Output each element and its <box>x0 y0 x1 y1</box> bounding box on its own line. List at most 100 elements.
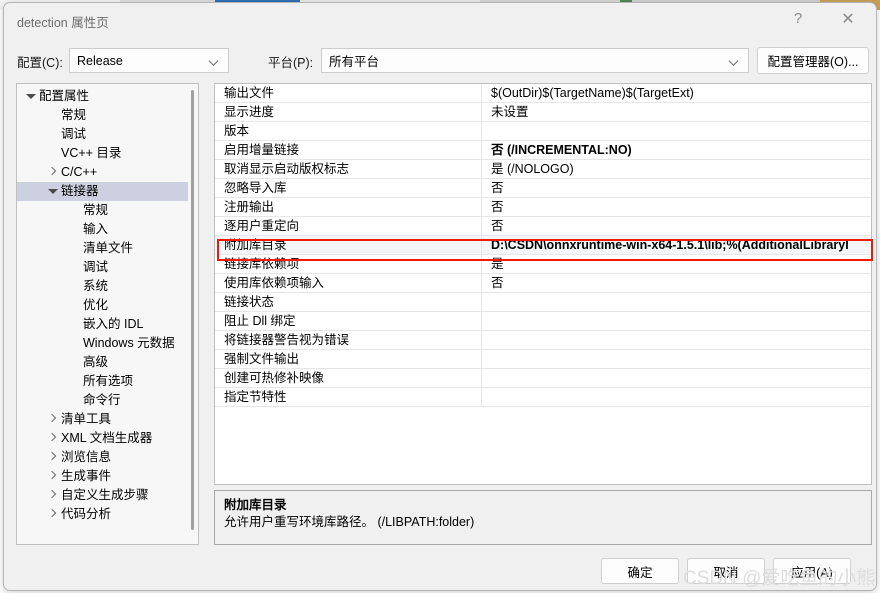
property-name: 注册输出 <box>215 198 482 216</box>
tree-item-label: 命令行 <box>83 393 121 407</box>
configuration-manager-button[interactable]: 配置管理器(O)... <box>757 47 869 74</box>
property-value[interactable] <box>482 388 871 406</box>
property-value[interactable] <box>482 331 871 349</box>
property-value[interactable] <box>482 122 871 140</box>
tree-item[interactable]: 调试 <box>17 258 191 277</box>
property-row[interactable]: 附加库目录 D:\CSDN\onnxruntime-win-x64-1.5.1\l… <box>215 236 871 255</box>
property-value[interactable]: D:\CSDN\onnxruntime-win-x64-1.5.1\lib;%(… <box>482 236 871 254</box>
tree-item[interactable]: 命令行 <box>17 391 191 410</box>
property-value[interactable]: 未设置 <box>482 103 871 121</box>
property-value[interactable]: 是 <box>482 255 871 273</box>
tree-item-label: 系统 <box>83 279 109 293</box>
property-value[interactable] <box>482 293 871 311</box>
property-row[interactable]: 取消显示启动版权标志是 (/NOLOGO) <box>215 160 871 179</box>
property-value[interactable]: 是 (/NOLOGO) <box>482 160 871 178</box>
property-value[interactable] <box>482 369 871 387</box>
property-value[interactable]: 否 <box>482 274 871 292</box>
configuration-value: Release <box>77 53 123 68</box>
description-text: 允许用户重写环境库路径。 (/LIBPATH:folder) <box>224 515 475 529</box>
triangle-right-icon[interactable] <box>45 467 58 486</box>
property-name: 将链接器警告视为错误 <box>215 331 482 349</box>
tree-item[interactable]: 浏览信息 <box>17 448 191 467</box>
tree-item[interactable]: C/C++ <box>17 163 191 182</box>
property-row[interactable]: 指定节特性 <box>215 388 871 407</box>
description-title: 附加库目录 <box>224 498 287 512</box>
triangle-right-icon[interactable] <box>45 486 58 505</box>
tree-scrollbar-thumb[interactable] <box>191 90 194 530</box>
property-row[interactable]: 输出文件 $(OutDir)$(TargetName)$(TargetExt) <box>215 84 871 103</box>
cancel-button[interactable]: 取消 <box>687 558 765 584</box>
settings-tree: 配置属性 常规 调试 VC++ 目录 C/C++ 链接器 常规 输入 清单文件 调试 系统 优化 嵌入的… <box>17 87 191 524</box>
property-row[interactable]: 链接状态 <box>215 293 871 312</box>
property-row[interactable]: 强制文件输出 <box>215 350 871 369</box>
triangle-right-icon[interactable] <box>45 410 58 429</box>
property-row[interactable]: 链接库依赖项是 <box>215 255 871 274</box>
property-name: 创建可热修补映像 <box>215 369 482 387</box>
tree-item[interactable]: 输入 <box>17 220 191 239</box>
tree-item[interactable]: 常规 <box>17 201 191 220</box>
property-value[interactable]: 否 <box>482 217 871 235</box>
tree-item[interactable]: 链接器 <box>17 182 191 201</box>
tree-item[interactable]: 代码分析 <box>17 505 191 524</box>
close-icon[interactable]: ✕ <box>826 3 870 34</box>
apply-button[interactable]: 应用(A) <box>773 558 851 584</box>
triangle-right-icon[interactable] <box>45 505 58 524</box>
tree-item-label: 高级 <box>83 355 109 369</box>
property-row[interactable]: 使用库依赖项输入否 <box>215 274 871 293</box>
tree-scrollbar[interactable] <box>188 85 197 543</box>
tree-item-label: C/C++ <box>61 165 98 179</box>
tree-item[interactable]: 高级 <box>17 353 191 372</box>
tree-item[interactable]: XML 文档生成器 <box>17 429 191 448</box>
property-row[interactable]: 将链接器警告视为错误 <box>215 331 871 350</box>
triangle-right-icon[interactable] <box>45 163 58 182</box>
property-row[interactable]: 版本 <box>215 122 871 141</box>
triangle-right-icon[interactable] <box>45 429 58 448</box>
tree-item-label: VC++ 目录 <box>61 146 122 160</box>
tree-item[interactable]: 系统 <box>17 277 191 296</box>
tree-item-label: 输入 <box>83 222 109 236</box>
property-value[interactable]: 否 <box>482 179 871 197</box>
property-row[interactable]: 创建可热修补映像 <box>215 369 871 388</box>
tree-item[interactable]: 调试 <box>17 125 191 144</box>
property-name: 取消显示启动版权标志 <box>215 160 482 178</box>
tree-item[interactable]: 嵌入的 IDL <box>17 315 191 334</box>
property-row[interactable]: 注册输出否 <box>215 198 871 217</box>
tree-item[interactable]: 配置属性 <box>17 87 191 106</box>
triangle-right-icon[interactable] <box>45 448 58 467</box>
property-name: 输出文件 <box>215 84 482 102</box>
ok-button[interactable]: 确定 <box>601 558 679 584</box>
triangle-down-icon[interactable] <box>23 87 36 106</box>
property-name: 强制文件输出 <box>215 350 482 368</box>
tree-item[interactable]: VC++ 目录 <box>17 144 191 163</box>
property-row[interactable]: 启用增量链接否 (/INCREMENTAL:NO) <box>215 141 871 160</box>
tree-item[interactable]: 自定义生成步骤 <box>17 486 191 505</box>
property-value[interactable]: 否 (/INCREMENTAL:NO) <box>482 141 871 159</box>
property-row[interactable]: 忽略导入库否 <box>215 179 871 198</box>
property-value[interactable]: $(OutDir)$(TargetName)$(TargetExt) <box>482 84 871 102</box>
tree-item-label: 嵌入的 IDL <box>83 317 144 331</box>
triangle-down-icon[interactable] <box>45 182 58 201</box>
property-value[interactable]: 否 <box>482 198 871 216</box>
tree-item-label: 优化 <box>83 298 109 312</box>
tree-item[interactable]: 清单工具 <box>17 410 191 429</box>
tree-item[interactable]: Windows 元数据 <box>17 334 191 353</box>
property-row[interactable]: 逐用户重定向否 <box>215 217 871 236</box>
tree-item[interactable]: 所有选项 <box>17 372 191 391</box>
tree-item[interactable]: 常规 <box>17 106 191 125</box>
property-row[interactable]: 显示进度 未设置 <box>215 103 871 122</box>
property-pages-dialog: detection 属性页 ? ✕ 配置(C): 平台(P): Release … <box>3 2 877 591</box>
help-icon[interactable]: ? <box>776 3 820 34</box>
dialog-footer: 确定 取消 应用(A) <box>4 551 876 590</box>
tree-item[interactable]: 生成事件 <box>17 467 191 486</box>
platform-value: 所有平台 <box>329 55 380 69</box>
property-row[interactable]: 阻止 Dll 绑定 <box>215 312 871 331</box>
tree-item[interactable]: 优化 <box>17 296 191 315</box>
property-value[interactable] <box>482 312 871 330</box>
platform-dropdown[interactable]: 所有平台 <box>321 48 749 73</box>
tree-item-label: 常规 <box>61 108 87 122</box>
property-name: 链接库依赖项 <box>215 255 482 273</box>
property-value[interactable] <box>482 350 871 368</box>
tree-item[interactable]: 清单文件 <box>17 239 191 258</box>
configuration-dropdown[interactable]: Release <box>69 48 229 73</box>
property-name: 版本 <box>215 122 482 140</box>
